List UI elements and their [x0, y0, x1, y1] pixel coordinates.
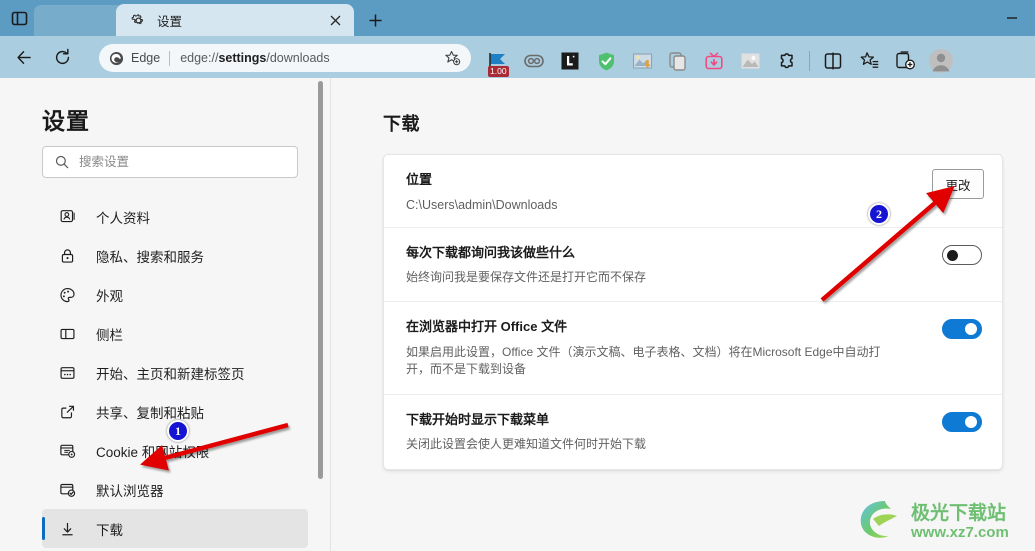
- annotation-arrows: [0, 0, 1035, 551]
- annotation-badge-1: 1: [167, 420, 189, 442]
- browser-window: 设置: [0, 0, 1035, 551]
- watermark-site-name: 极光下载站: [911, 501, 1006, 524]
- site-watermark: 极光下载站 www.xz7.com: [855, 495, 1027, 545]
- watermark-url: www.xz7.com: [910, 524, 1009, 541]
- annotation-badge-2: 2: [868, 203, 890, 225]
